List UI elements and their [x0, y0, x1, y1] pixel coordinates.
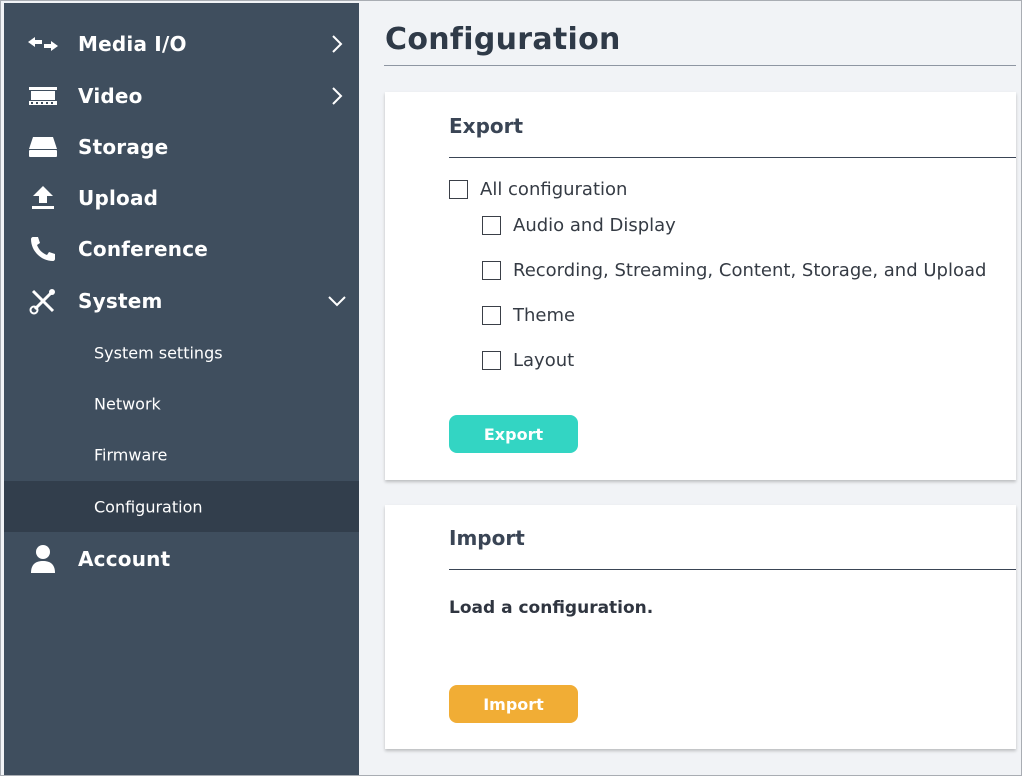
sidebar-subitem-label: System settings	[94, 343, 223, 362]
audio-display-checkbox-row[interactable]: Audio and Display	[482, 215, 676, 236]
chevron-right-icon	[327, 34, 347, 54]
sidebar-subitem-label: Configuration	[94, 497, 203, 516]
sidebar-item-storage[interactable]: Storage	[4, 121, 359, 172]
theme-checkbox-row[interactable]: Theme	[482, 305, 575, 326]
sidebar-subitem-label: Firmware	[94, 445, 168, 464]
theme-checkbox[interactable]	[482, 306, 501, 325]
layout-checkbox-row[interactable]: Layout	[482, 350, 574, 371]
sidebar-subitem-configuration[interactable]: Configuration	[4, 481, 359, 532]
audio-display-checkbox[interactable]	[482, 216, 501, 235]
sidebar-subitem-system-settings[interactable]: System settings	[4, 327, 359, 378]
sidebar-item-label: Conference	[78, 236, 209, 261]
import-card: Import Load a configuration. Import	[385, 505, 1016, 749]
checkbox-label: Audio and Display	[513, 215, 676, 236]
user-icon	[26, 544, 60, 574]
sidebar-item-upload[interactable]: Upload	[4, 172, 359, 223]
sidebar-item-label: Storage	[78, 134, 169, 159]
sidebar-item-label: System	[78, 288, 163, 313]
page-title: Configuration	[385, 22, 621, 57]
all-configuration-checkbox-row[interactable]: All configuration	[449, 179, 627, 200]
import-heading: Import	[449, 526, 525, 550]
checkbox-label: All configuration	[480, 179, 628, 200]
export-divider	[449, 157, 1016, 158]
sidebar-item-account[interactable]: Account	[4, 533, 359, 584]
chevron-right-icon	[327, 86, 347, 106]
checkbox-label: Recording, Streaming, Content, Storage, …	[513, 260, 987, 281]
sidebar-item-label: Upload	[78, 185, 159, 210]
checkbox-label: Layout	[513, 350, 575, 371]
sidebar-item-system[interactable]: System	[4, 275, 359, 326]
sidebar-subitem-network[interactable]: Network	[4, 378, 359, 429]
export-heading: Export	[449, 114, 524, 138]
import-description: Load a configuration.	[449, 598, 654, 618]
tools-icon	[26, 286, 60, 316]
upload-icon	[26, 183, 60, 213]
sidebar-item-label: Video	[78, 83, 143, 108]
sidebar-item-label: Media I/O	[78, 31, 187, 56]
recording-streaming-checkbox[interactable]	[482, 261, 501, 280]
all-configuration-checkbox[interactable]	[449, 180, 468, 199]
sidebar-item-video[interactable]: Video	[4, 70, 359, 121]
recording-streaming-checkbox-row[interactable]: Recording, Streaming, Content, Storage, …	[482, 260, 986, 281]
sidebar-item-conference[interactable]: Conference	[4, 223, 359, 274]
title-divider	[384, 65, 1016, 66]
sidebar-item-label: Account	[78, 546, 171, 571]
sidebar-item-media-io[interactable]: Media I/O	[4, 18, 359, 69]
sidebar-subitem-firmware[interactable]: Firmware	[4, 429, 359, 480]
film-icon	[26, 81, 60, 111]
checkbox-label: Theme	[513, 305, 576, 326]
import-divider	[449, 569, 1016, 570]
arrows-icon	[26, 29, 60, 59]
export-button[interactable]: Export	[449, 415, 578, 453]
layout-checkbox[interactable]	[482, 351, 501, 370]
export-card: Export All configuration Audio and Displ…	[385, 92, 1016, 480]
sidebar: Media I/O Video Storage Upload Conferenc…	[4, 3, 359, 776]
drive-icon	[26, 132, 60, 162]
chevron-down-icon	[327, 291, 347, 311]
phone-icon	[26, 234, 60, 264]
sidebar-subitem-label: Network	[94, 394, 161, 413]
import-button[interactable]: Import	[449, 685, 578, 723]
